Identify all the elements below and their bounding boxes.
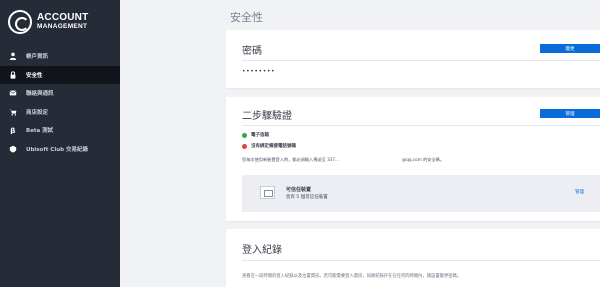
two-step-email-suffix: @qq.com 的安全碼。 (402, 157, 445, 162)
phone-status-label: 沒有綁定備援電話號碼 (251, 144, 296, 149)
sidebar-item-label: Beta 測試 (26, 128, 54, 135)
login-history-card: 登入紀錄 查看近一段時間的登入紀錄以及位置資訊。若可能需要登入資訊，如果紀錄存在… (226, 229, 600, 287)
ubisoft-logo-icon (8, 10, 32, 34)
sidebar-item-security[interactable]: 安全性 (0, 65, 120, 84)
card-divider (242, 125, 600, 126)
sidebar-item-contact[interactable]: 聯絡與通訊 (0, 84, 120, 103)
cart-icon (8, 107, 18, 116)
sidebar-item-account-info[interactable]: 帳戶資訊 (0, 47, 120, 66)
card-divider (242, 260, 600, 261)
brand-line-2: MANAGEMENT (37, 23, 88, 31)
trusted-devices-count: 您有 5 個可信任裝置 (286, 195, 328, 200)
card-divider (242, 60, 600, 61)
club-icon (8, 144, 18, 153)
login-history-title: 登入紀錄 (242, 245, 282, 256)
sidebar-item-ubisoft-club[interactable]: Ubisoft Club 交易紀錄 (0, 140, 120, 159)
brand-title: ACCOUNT MANAGEMENT (37, 13, 88, 31)
brand-line-1: ACCOUNT (37, 12, 89, 24)
brand[interactable]: ACCOUNT MANAGEMENT (8, 10, 88, 34)
sidebar-item-label: 安全性 (26, 72, 43, 79)
page-title: 安全性 (230, 11, 263, 24)
sidebar-item-label: 聯絡與通訊 (26, 91, 54, 98)
sidebar-item-beta[interactable]: β Beta 測試 (0, 121, 120, 140)
two-step-description-text: 您每次使用新裝置登入時，都必須輸入傳送至 337... (242, 157, 340, 162)
two-step-card-title: 二步驟驗證 (242, 111, 292, 122)
lock-icon (8, 70, 18, 79)
password-card-title: 密碼 (242, 46, 262, 57)
password-mask: •••••••• (242, 68, 276, 75)
manage-two-step-button[interactable]: 管理 (540, 109, 600, 118)
change-password-button[interactable]: 變更 (540, 44, 600, 53)
email-status: 電子信箱 (242, 132, 269, 138)
sidebar-nav: 帳戶資訊 安全性 聯絡與通訊 商店設定 β Beta 測試 Ubisoft Cl… (0, 47, 120, 158)
sidebar-item-label: 帳戶資訊 (26, 54, 49, 61)
sidebar-item-label: 商店設定 (26, 109, 49, 116)
person-icon (8, 52, 18, 61)
two-step-description: 您每次使用新裝置登入時，都必須輸入傳送至 337... @qq.com 的安全碼… (242, 157, 444, 163)
trusted-devices-box: 可信任裝置 您有 5 個可信任裝置 管理 (242, 175, 600, 212)
two-step-card: 二步驟驗證 管理 電子信箱 沒有綁定備援電話號碼 您每次使用新裝置登入時，都必須… (226, 97, 600, 221)
monitor-icon (260, 186, 275, 199)
email-status-label: 電子信箱 (251, 133, 269, 138)
check-icon (242, 132, 247, 138)
sidebar: ACCOUNT MANAGEMENT 帳戶資訊 安全性 聯絡與通訊 商店設定 β… (0, 0, 120, 287)
trusted-devices-title: 可信任裝置 (286, 187, 312, 193)
svg-text:β: β (10, 126, 15, 134)
mail-icon (8, 89, 18, 98)
beta-icon: β (8, 126, 18, 135)
manage-devices-link[interactable]: 管理 (575, 189, 584, 195)
sidebar-item-store-settings[interactable]: 商店設定 (0, 103, 120, 122)
warning-icon (242, 143, 247, 149)
login-history-description: 查看近一段時間的登入紀錄以及位置資訊。若可能需要登入資訊，如果紀錄存在在任何的時… (242, 274, 462, 279)
sidebar-item-label: Ubisoft Club 交易紀錄 (26, 146, 88, 153)
password-card: 密碼 變更 •••••••• (226, 30, 600, 88)
phone-status: 沒有綁定備援電話號碼 (242, 143, 296, 149)
